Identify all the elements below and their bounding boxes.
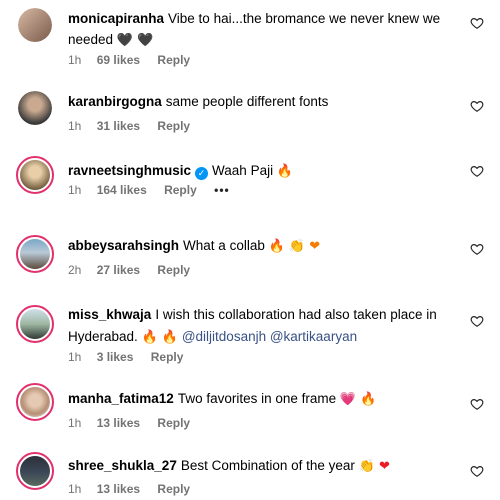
comment-body: Two favorites in one frame (177, 391, 337, 406)
comment-text-block: manha_fatima12 Two favorites in one frame… (68, 388, 448, 410)
comment-username[interactable]: shree_shukla_27 (68, 458, 177, 473)
comment-time: 1h (68, 183, 82, 197)
comment-meta: 1h 31 likes Reply (68, 119, 204, 133)
fire-emoji: 🔥 🔥 (141, 330, 179, 345)
heart-outline-icon[interactable] (470, 164, 484, 178)
comment-time: 1h (68, 350, 82, 364)
comment-username[interactable]: ravneetsinghmusic (68, 163, 191, 178)
comment-likes[interactable]: 13 likes (97, 482, 140, 496)
comment-text-block: ravneetsinghmusic ✓ Waah Paji 🔥 (68, 160, 448, 182)
comment-username[interactable]: miss_khwaja (68, 307, 151, 322)
comment-meta: 1h 13 likes Reply (68, 416, 204, 430)
avatar[interactable] (18, 91, 52, 125)
comment-text-block: abbeysarahsingh What a collab 🔥 👏 ❤ (68, 235, 448, 257)
avatar-story-ring[interactable] (16, 452, 54, 490)
emoji-group: 👏 ❤ (358, 459, 390, 474)
heart-outline-icon[interactable] (470, 16, 484, 30)
comment-body: same people different fonts (165, 94, 329, 109)
heart-outline-icon[interactable] (470, 397, 484, 411)
comment-likes[interactable]: 27 likes (97, 263, 140, 277)
fire-emoji: 🔥 (276, 164, 294, 179)
reply-button[interactable]: Reply (157, 416, 190, 430)
avatar[interactable] (18, 8, 52, 42)
comment-username[interactable]: manha_fatima12 (68, 391, 174, 406)
more-options-icon[interactable]: ••• (214, 183, 230, 197)
avatar-story-ring[interactable] (16, 305, 54, 343)
reply-button[interactable]: Reply (164, 183, 197, 197)
comment-meta: 1h 13 likes Reply (68, 482, 204, 496)
mention-links[interactable]: @diljitdosanjh @kartikaaryan (182, 329, 357, 344)
comment-likes[interactable]: 164 likes (97, 183, 147, 197)
comment-meta: 2h 27 likes Reply (68, 263, 204, 277)
comment-text-block: shree_shukla_27 Best Combination of the y… (68, 455, 448, 477)
verified-badge-icon: ✓ (195, 167, 209, 180)
comment-time: 1h (68, 482, 82, 496)
comment-likes[interactable]: 3 likes (97, 350, 134, 364)
comment-meta: 1h 69 likes Reply (68, 53, 204, 67)
comment-time: 1h (68, 416, 82, 430)
heart-outline-icon[interactable] (470, 99, 484, 113)
reply-button[interactable]: Reply (151, 350, 184, 364)
comment-username[interactable]: monicapiranha (68, 11, 164, 26)
avatar-story-ring[interactable] (16, 235, 54, 273)
comment-text-block: miss_khwaja I wish this collaboration had… (68, 304, 448, 349)
reply-button[interactable]: Reply (157, 482, 190, 496)
comment-body: What a collab (183, 238, 265, 253)
comment-body: Best Combination of the year (180, 458, 355, 473)
heart-outline-icon[interactable] (470, 464, 484, 478)
comment-likes[interactable]: 69 likes (97, 53, 140, 67)
comment-username[interactable]: karanbirgogna (68, 94, 162, 109)
black-heart-emoji: 🖤 🖤 (116, 33, 154, 48)
comment-meta: 1h 164 likes Reply ••• (68, 183, 244, 197)
heart-outline-icon[interactable] (470, 314, 484, 328)
comment-likes[interactable]: 31 likes (97, 119, 140, 133)
avatar-story-ring[interactable] (16, 383, 54, 421)
avatar-story-ring[interactable] (16, 156, 54, 194)
comment-time: 1h (68, 119, 82, 133)
comment-likes[interactable]: 13 likes (97, 416, 140, 430)
emoji-group: 💗 🔥 (339, 392, 377, 407)
emoji-group: 🔥 👏 ❤ (268, 239, 321, 254)
comment-time: 1h (68, 53, 82, 67)
comment-time: 2h (68, 263, 82, 277)
comment-username[interactable]: abbeysarahsingh (68, 238, 179, 253)
comment-body: Waah Paji (212, 163, 274, 178)
reply-button[interactable]: Reply (157, 119, 190, 133)
heart-outline-icon[interactable] (470, 242, 484, 256)
reply-button[interactable]: Reply (157, 53, 190, 67)
comment-text-block: karanbirgogna same people different fonts (68, 91, 448, 112)
reply-button[interactable]: Reply (157, 263, 190, 277)
comment-meta: 1h 3 likes Reply (68, 350, 197, 364)
comment-text-block: monicapiranha Vibe to hai...the bromance … (68, 8, 448, 51)
